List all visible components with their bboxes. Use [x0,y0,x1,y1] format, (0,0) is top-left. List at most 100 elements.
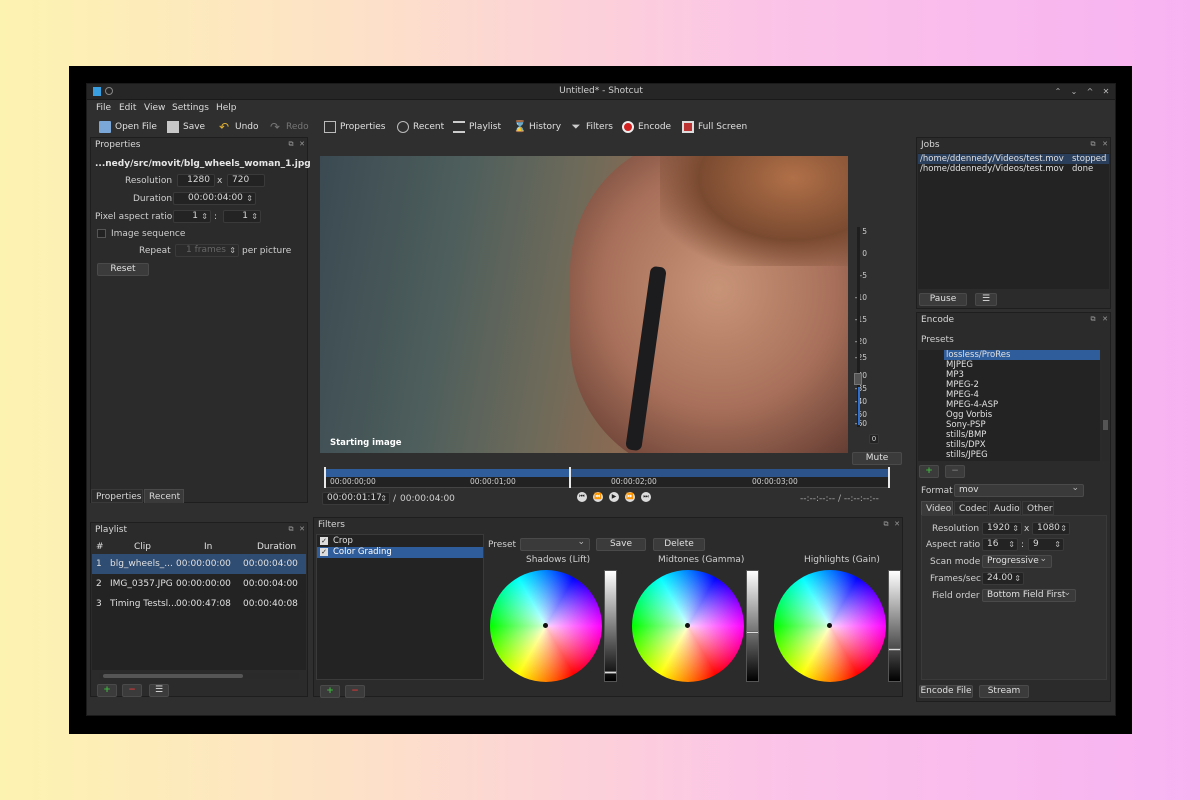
scrollbar-thumb[interactable] [1103,420,1108,430]
add-preset-button[interactable]: + [919,465,939,478]
column-header[interactable]: # [96,542,104,552]
midtones-level-slider[interactable] [746,570,759,682]
remove-filter-button[interactable]: − [345,685,365,698]
play-icon[interactable]: ▶ [609,492,619,502]
resolution-width-field[interactable]: 1280 [177,174,215,187]
resolution-height-field[interactable]: 720 [227,174,265,187]
preset-item[interactable]: MPEG-2 [944,380,1100,390]
preset-item[interactable]: Sony-PSP [944,420,1100,430]
remove-preset-button[interactable]: − [945,465,965,478]
dock-close-icon[interactable]: ✕ [1101,140,1109,148]
position-timecode-field[interactable]: 00:00:01:17 [322,492,390,505]
save-preset-button[interactable]: Save [596,538,646,551]
undock-icon[interactable]: ⧉ [882,520,890,528]
playlist-button[interactable]: Playlist [453,120,501,134]
format-select[interactable]: mov [954,483,1084,497]
table-row[interactable]: 3 Timing Testsl... 00:00:47:08 00:00:40:… [92,594,306,614]
preset-item[interactable]: lossless/ProRes [944,350,1100,360]
table-row[interactable]: 1 blg_wheels_... 00:00:00:00 00:00:04:00 [92,554,306,574]
undock-icon[interactable]: ⧉ [1089,315,1097,323]
save-button[interactable]: Save [167,120,205,134]
preset-item[interactable]: stills/BMP [944,430,1100,440]
aspect-num-field[interactable]: 16 [982,538,1018,551]
pause-jobs-button[interactable]: Pause [919,293,967,306]
open-file-button[interactable]: Open File [99,120,157,134]
skip-previous-icon[interactable]: ⏮ [577,492,587,502]
minimize-icon[interactable]: ⌄ [1069,87,1079,97]
tab-audio[interactable]: Audio [989,501,1021,515]
stream-button[interactable]: Stream [979,685,1029,698]
add-filter-button[interactable]: + [320,685,340,698]
preset-item[interactable]: MJPEG [944,360,1100,370]
history-button[interactable]: ⌛ History [513,120,561,134]
slider-handle[interactable] [604,671,617,674]
skip-next-icon[interactable]: ⏭ [641,492,651,502]
tab-codec[interactable]: Codec [954,501,988,515]
shadows-color-wheel[interactable] [490,570,602,682]
frames-per-sec-field[interactable]: 24.00 [982,572,1024,585]
filter-item-color-grading[interactable]: ✓ Color Grading [317,547,483,558]
undock-icon[interactable]: ⧉ [287,140,295,148]
preset-item[interactable]: Ogg Vorbis [944,410,1100,420]
encode-file-button[interactable]: Encode File [919,685,973,698]
add-clip-button[interactable]: + [97,684,117,697]
color-wheel-picker[interactable] [827,623,832,628]
slider-handle[interactable] [888,648,901,651]
dock-close-icon[interactable]: ✕ [298,140,306,148]
meter-zero-button[interactable]: 0 [869,434,879,444]
shadows-level-slider[interactable] [604,570,617,682]
highlights-color-wheel[interactable] [774,570,886,682]
duration-field[interactable]: 00:00:04:00 [173,192,256,205]
rewind-icon[interactable]: ⏪ [593,492,603,502]
tab-properties[interactable]: Properties [91,489,143,503]
column-header[interactable]: Duration [257,542,296,552]
preset-item[interactable]: MPEG-4 [944,390,1100,400]
aspect-den-field[interactable]: 9 [1028,538,1064,551]
slider-handle[interactable] [746,631,759,634]
column-header[interactable]: Clip [134,542,151,552]
tab-video[interactable]: Video [921,501,953,515]
dock-close-icon[interactable]: ✕ [298,525,306,533]
fast-forward-icon[interactable]: ⏩ [625,492,635,502]
preset-item[interactable]: MP3 [944,370,1100,380]
table-row[interactable]: 2 IMG_0357.JPG 00:00:00:00 00:00:04:00 [92,574,306,594]
tab-other[interactable]: Other [1022,501,1054,515]
video-viewer[interactable]: Starting image [320,156,848,453]
presets-vscrollbar[interactable] [1102,350,1109,461]
undock-icon[interactable]: ⧉ [287,525,295,533]
playhead[interactable] [569,467,571,488]
menu-help[interactable]: Help [216,103,237,113]
recent-button[interactable]: Recent [397,120,444,134]
maximize-icon[interactable]: ^ [1085,87,1095,97]
pixel-aspect-den-field[interactable]: 1 [223,210,261,223]
color-wheel-picker[interactable] [543,623,548,628]
preset-item[interactable]: MPEG-4-ASP [944,400,1100,410]
tab-recent[interactable]: Recent [144,489,184,503]
dock-close-icon[interactable]: ✕ [1101,315,1109,323]
color-wheel-picker[interactable] [685,623,690,628]
job-item[interactable]: /home/ddennedy/Videos/test.mov done [918,164,1109,174]
properties-button[interactable]: Properties [324,120,385,134]
filters-button[interactable]: ⏷ Filters [570,120,613,134]
delete-preset-button[interactable]: Delete [653,538,705,551]
encode-button[interactable]: Encode [622,120,671,134]
scrollbar-thumb[interactable] [103,674,243,678]
field-order-select[interactable]: Bottom Field First [982,588,1076,602]
remove-clip-button[interactable]: − [122,684,142,697]
filter-item-crop[interactable]: ✓ Crop [317,536,483,547]
encode-width-field[interactable]: 1920 [982,522,1022,535]
full-screen-button[interactable]: Full Screen [682,120,747,134]
scan-mode-select[interactable]: Progressive [982,554,1052,568]
in-point-marker[interactable] [324,467,326,488]
highlights-level-slider[interactable] [888,570,901,682]
preset-select[interactable] [520,537,590,551]
job-item[interactable]: /home/ddennedy/Videos/test.mov stopped [918,154,1109,164]
repeat-field[interactable]: 1 frames [175,244,239,257]
encode-height-field[interactable]: 1080 [1032,522,1070,535]
menu-file[interactable]: File [96,103,111,113]
volume-slider-handle[interactable] [854,373,862,385]
shade-icon[interactable]: ⌃ [1053,87,1063,97]
playlist-menu-button[interactable]: ☰ [149,684,169,697]
playlist-hscrollbar[interactable] [99,673,299,679]
filter-enabled-checkbox[interactable]: ✓ [320,548,328,556]
